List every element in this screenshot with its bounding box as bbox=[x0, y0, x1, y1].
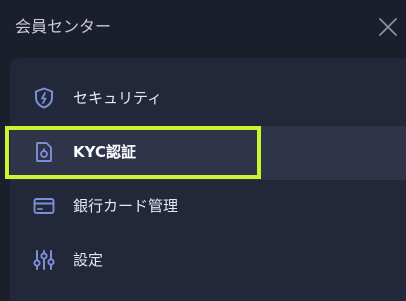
id-document-icon bbox=[32, 140, 56, 164]
bank-card-icon bbox=[32, 194, 56, 218]
menu-item-label: 設定 bbox=[73, 251, 104, 269]
panel-title: 会員センター bbox=[15, 17, 112, 36]
menu-item-security[interactable]: セキュリティ bbox=[10, 72, 406, 126]
menu-item-kyc[interactable]: KYC認証 bbox=[10, 126, 406, 180]
menu-item-label: セキュリティ bbox=[73, 89, 163, 107]
panel-header: 会員センター bbox=[0, 0, 406, 56]
sliders-icon bbox=[32, 248, 56, 272]
menu-list: セキュリティ KYC認証 銀行カード管理 設定 bbox=[10, 58, 406, 301]
menu-item-label: KYC認証 bbox=[73, 143, 136, 161]
menu-item-label: 銀行カード管理 bbox=[73, 197, 179, 215]
menu-item-bank-card[interactable]: 銀行カード管理 bbox=[10, 180, 406, 234]
close-button[interactable] bbox=[378, 17, 398, 37]
menu-item-settings[interactable]: 設定 bbox=[10, 234, 406, 288]
member-center-panel: 会員センター セキュリティ KYC認証 銀行カード管理 設定 bbox=[0, 0, 406, 301]
shield-icon bbox=[32, 86, 56, 110]
close-icon bbox=[379, 18, 397, 36]
